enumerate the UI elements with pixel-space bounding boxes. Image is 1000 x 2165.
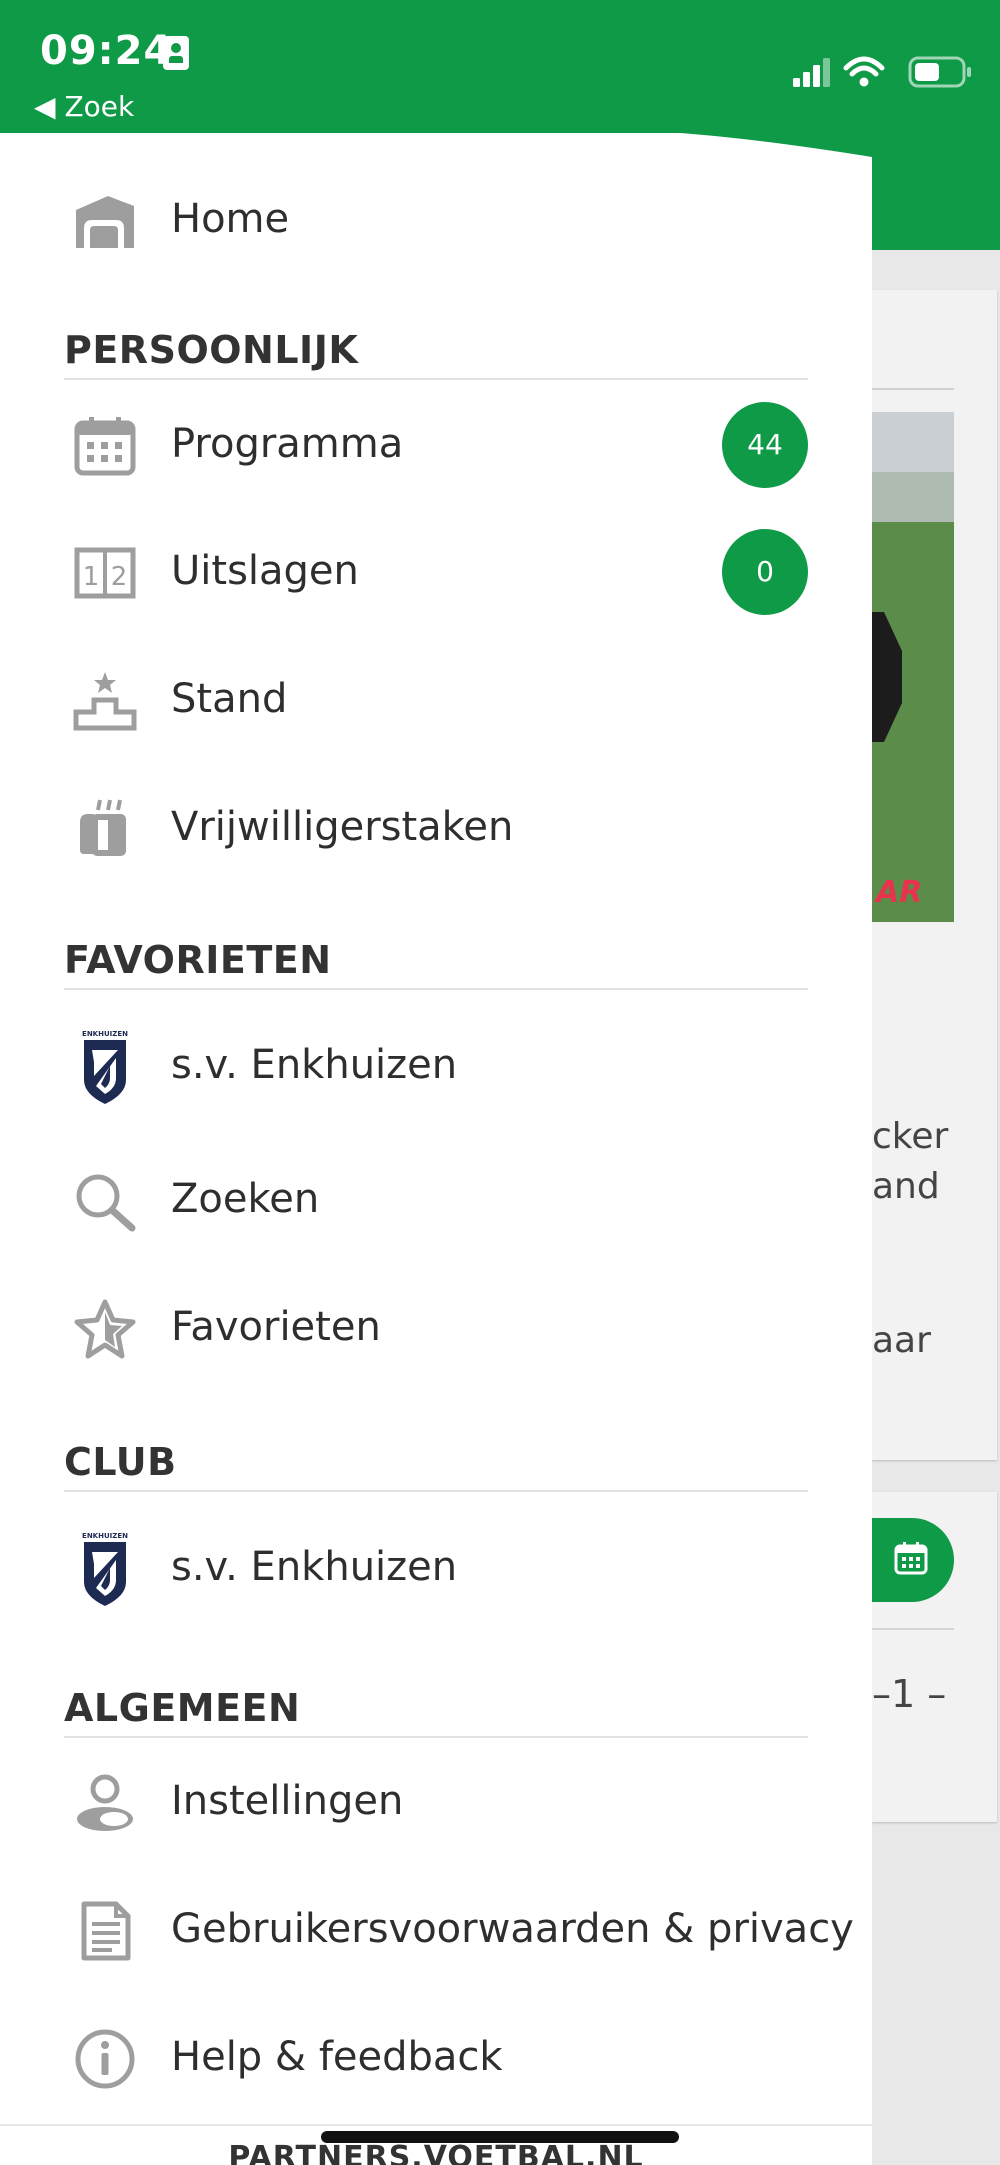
menu-item-help[interactable]: Help & feedback	[0, 2008, 872, 2108]
wifi-icon	[843, 56, 885, 87]
menu-item-stand-label: Stand	[171, 676, 288, 722]
menu-item-instellingen-label: Instellingen	[171, 1778, 404, 1824]
status-icons	[793, 56, 971, 88]
menu-item-help-label: Help & feedback	[171, 2034, 503, 2080]
cellular-signal-icon	[793, 58, 830, 87]
menu-item-stand[interactable]: Stand	[0, 650, 872, 750]
navigation-drawer: 09:24 ◀ Zoek Home PERSOONLIJK Programma	[0, 0, 872, 2165]
section-title: FAVORIETEN	[64, 938, 332, 982]
status-time: 09:24	[40, 28, 173, 74]
document-icon	[81, 1901, 131, 1961]
search-icon	[76, 1174, 136, 1232]
contact-card-icon	[163, 36, 189, 70]
user-icon	[77, 1774, 133, 1831]
background-text-2: and	[872, 1166, 940, 1207]
section-title: ALGEMEEN	[64, 1686, 301, 1730]
club-logo-text: ENKHUIZEN	[82, 1030, 128, 1038]
menu-item-voorwaarden[interactable]: Gebruikersvoorwaarden & privacy	[0, 1880, 872, 1980]
calendar-icon	[74, 417, 136, 476]
section-title: CLUB	[64, 1440, 177, 1484]
svg-text:1: 1	[83, 562, 100, 592]
score-icon: 1 2	[74, 547, 136, 599]
info-icon	[75, 2029, 135, 2089]
status-bar: 09:24 ◀ Zoek	[0, 0, 872, 133]
menu-item-uitslagen[interactable]: 1 2 Uitslagen 0	[0, 522, 872, 622]
menu-item-favorieten-label: Favorieten	[171, 1304, 381, 1350]
menu-item-home-label: Home	[171, 196, 290, 242]
photo-text: AR	[876, 875, 923, 910]
menu-item-zoeken-label: Zoeken	[171, 1176, 320, 1222]
menu-item-voorwaarden-label: Gebruikersvoorwaarden & privacy	[171, 1906, 854, 1952]
programma-count-badge: 44	[722, 402, 808, 488]
partners-label: PARTNERS.VOETBAL.NL	[228, 2140, 644, 2165]
menu-item-vrijwilligerstaken-label: Vrijwilligerstaken	[171, 804, 514, 850]
club-logo: ENKHUIZEN	[82, 1030, 128, 1104]
club-logo-text: ENKHUIZEN	[82, 1532, 128, 1540]
menu-item-zoeken[interactable]: Zoeken	[0, 1150, 872, 1250]
menu-item-programma[interactable]: Programma 44	[0, 395, 872, 495]
menu-item-uitslagen-label: Uitslagen	[171, 548, 359, 594]
section-header-algemeen: ALGEMEEN	[64, 1680, 808, 1738]
back-arrow-icon: ◀	[34, 90, 56, 123]
menu-item-club[interactable]: ENKHUIZEN s.v. Enkhuizen	[0, 1514, 872, 1614]
background-text-1: cker	[872, 1116, 949, 1157]
background-divider-2	[872, 1628, 954, 1630]
star-icon	[74, 1299, 136, 1359]
mug-icon	[80, 799, 126, 856]
section-title: PERSOONLIJK	[64, 328, 359, 372]
header-swoosh	[0, 133, 872, 157]
background-text-3: aar	[872, 1320, 931, 1361]
menu-item-favorite-club[interactable]: ENKHUIZEN s.v. Enkhuizen	[0, 1012, 872, 1112]
menu-item-favorite-club-label: s.v. Enkhuizen	[171, 1042, 458, 1088]
podium-icon	[73, 672, 137, 731]
home-icon	[76, 196, 134, 248]
section-header-club: CLUB	[64, 1434, 808, 1492]
background-news-photo: AR	[872, 412, 954, 922]
section-header-favorieten: FAVORIETEN	[64, 932, 808, 990]
home-indicator[interactable]	[321, 2131, 679, 2143]
svg-text:2: 2	[111, 562, 128, 592]
calendar-icon	[894, 1542, 928, 1575]
background-score: –1 –	[872, 1672, 947, 1716]
menu-item-instellingen[interactable]: Instellingen	[0, 1752, 872, 1852]
battery-icon	[908, 56, 971, 88]
uitslagen-count-badge: 0	[722, 529, 808, 615]
photo-shape	[872, 612, 902, 742]
menu-item-club-label: s.v. Enkhuizen	[171, 1544, 458, 1590]
section-header-persoonlijk: PERSOONLIJK	[64, 322, 808, 380]
menu-item-favorieten[interactable]: Favorieten	[0, 1278, 872, 1378]
menu-item-vrijwilligerstaken[interactable]: Vrijwilligerstaken	[0, 778, 872, 878]
back-to-app-button[interactable]: ◀ Zoek	[34, 90, 134, 123]
background-divider	[872, 388, 954, 390]
club-logo: ENKHUIZEN	[82, 1532, 128, 1606]
back-label: Zoek	[64, 90, 135, 123]
menu-item-home[interactable]: Home	[0, 170, 872, 270]
menu-item-programma-label: Programma	[171, 421, 404, 467]
